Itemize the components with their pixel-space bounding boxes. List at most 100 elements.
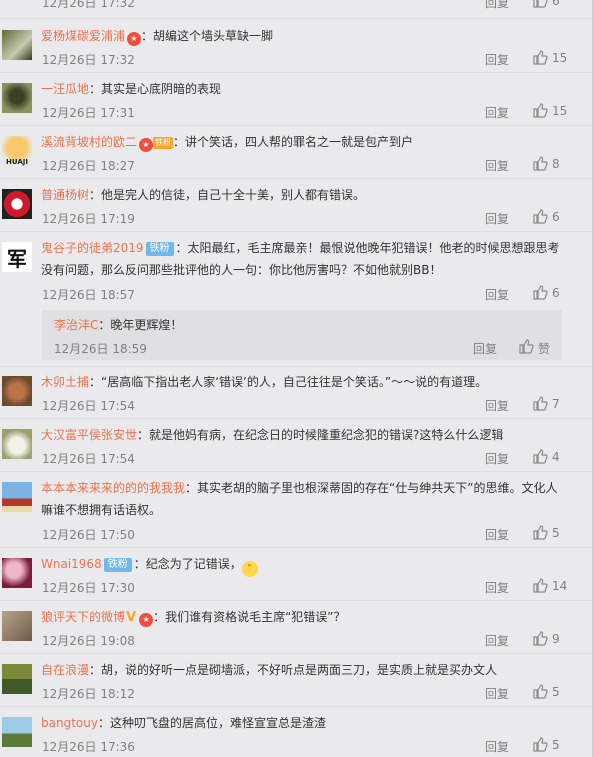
sweat-smile-emoji-icon: ᵔ (241, 561, 258, 577)
like-thumb-icon[interactable] (532, 155, 548, 171)
sub-reply-time: 12月26日 18:59 (54, 342, 147, 356)
user-avatar[interactable] (2, 83, 32, 113)
username-link[interactable]: Wnai1968 (41, 557, 102, 571)
divider (0, 653, 592, 654)
like-thumb-icon[interactable] (532, 284, 548, 300)
reply-button[interactable]: 回复 (485, 157, 509, 174)
username-link[interactable]: 鬼谷子的徒弟2019 (41, 241, 144, 255)
comment-item: bangtouy：这种叨飞盘的居高位，难怪宣宣总是渣渣 12月26日 17:36… (0, 712, 592, 756)
reply-button[interactable]: 回复 (473, 340, 497, 357)
username-link[interactable]: 大汉富平侯张安世 (41, 428, 137, 442)
divider (0, 366, 592, 367)
verified-v-icon: V (126, 610, 137, 625)
like-thumb-icon[interactable] (532, 448, 548, 464)
reply-button[interactable]: 回复 (485, 579, 509, 596)
comment-text: ：太阳最红，毛主席最亲！最恨说他晚年犯错误！他老的时候思想跟思考 (175, 241, 560, 255)
reply-button[interactable]: 回复 (485, 738, 509, 755)
vip-icon: ★ (139, 138, 154, 152)
user-avatar[interactable]: HUAJI (2, 136, 32, 166)
like-count: 9 (552, 632, 560, 646)
like-thumb-icon[interactable] (532, 102, 548, 118)
username-link[interactable]: 狼评天下的微博 (41, 610, 125, 624)
comment-text-line: 嘛谁不想拥有话语权。 (41, 499, 580, 521)
praise-label[interactable]: 赞 (538, 340, 550, 357)
user-avatar[interactable] (2, 558, 32, 588)
like-thumb-icon[interactable] (532, 630, 548, 646)
like-thumb-icon[interactable] (532, 736, 548, 752)
comment-text: 没有问题，那么反问那些批评他的人一句：你比他厉害吗？不如他就别BB！ (41, 263, 442, 277)
avatar-label: HUAJI (6, 158, 28, 166)
comment-text: ：就是他妈有病，在纪念日的时候隆重纪念犯的错误?这特么什么逻辑 (137, 428, 504, 442)
like-thumb-icon[interactable] (532, 0, 548, 8)
like-count: 6 (552, 286, 560, 300)
user-avatar[interactable] (2, 429, 32, 459)
like-count: 5 (552, 738, 560, 752)
divider (0, 18, 592, 19)
user-avatar[interactable] (2, 376, 32, 406)
username-link[interactable]: 本本本来来来的的的我我我 (41, 481, 185, 495)
comment-time: 12月26日 18:27 (42, 159, 135, 173)
comment-item: 木卯土捕：“居高临下指出老人家‘错误’的人，自己往往是个笑话。”～～说的有道理。… (0, 371, 592, 415)
sub-reply-box: 李治沣C：晚年更辉煌！ 12月26日 18:59 回复 赞 (42, 310, 562, 360)
reply-button[interactable]: 回复 (485, 51, 509, 68)
reply-button[interactable]: 回复 (485, 210, 509, 227)
reply-button[interactable]: 回复 (485, 526, 509, 543)
username-link[interactable]: 溪流背坡村的欧二 (41, 135, 137, 149)
comment-time: 12月26日 18:12 (42, 687, 135, 701)
vip-icon: ★ (139, 613, 154, 627)
comment-item: 一汪瓜地：其实是心底阴暗的表现 12月26日 17:31 回复 15 (0, 78, 592, 122)
like-count: 6 (552, 0, 560, 8)
username-link[interactable]: bangtouy (41, 716, 98, 730)
reply-button[interactable]: 回复 (485, 104, 509, 121)
username-link[interactable]: 木卯土捕 (41, 375, 89, 389)
user-avatar[interactable] (2, 482, 32, 512)
comment-time: 12月26日 17:50 (42, 528, 135, 542)
like-count: 6 (552, 210, 560, 224)
comment-text-line: 普通杨树：他是完人的信徒，自己十全十美，别人都有错误。 (41, 184, 580, 206)
divider (0, 72, 592, 73)
like-count: 8 (552, 157, 560, 171)
reply-button[interactable]: 回复 (485, 632, 509, 649)
like-thumb-icon[interactable] (532, 577, 548, 593)
username-link[interactable]: 普通杨树 (41, 188, 89, 202)
reply-button[interactable]: 回复 (485, 0, 509, 11)
vip-icon: ★ (127, 32, 142, 46)
like-thumb-icon[interactable] (532, 49, 548, 65)
comment-text-line: 一汪瓜地：其实是心底阴暗的表现 (41, 78, 580, 100)
user-avatar[interactable] (2, 611, 32, 641)
divider (0, 418, 592, 419)
user-avatar[interactable] (2, 717, 32, 747)
username-link[interactable]: 爱杨煤碳爱浦浦 (41, 29, 125, 43)
reply-button[interactable]: 回复 (485, 397, 509, 414)
like-thumb-icon[interactable] (532, 395, 548, 411)
like-count: 7 (552, 397, 560, 411)
comment-text: ：胡编这个墙头草缺一脚 (141, 29, 274, 43)
like-thumb-icon[interactable] (532, 683, 548, 699)
comment-time: 12月26日 17:32 (42, 0, 135, 10)
comment-time: 12月26日 18:57 (42, 288, 135, 302)
comment-text-line: 本本本来来来的的的我我我：其实老胡的脑子里也根深蒂固的存在“仕与绅共天下”的思维… (41, 477, 580, 499)
username-link[interactable]: 李治沣C (54, 318, 98, 332)
like-thumb-icon[interactable] (518, 338, 534, 354)
comment-item: 本本本来来来的的的我我我：其实老胡的脑子里也根深蒂固的存在“仕与绅共天下”的思维… (0, 477, 592, 543)
user-avatar[interactable] (2, 189, 32, 219)
reply-button[interactable]: 回复 (485, 685, 509, 702)
comment-text-line: bangtouy：这种叨飞盘的居高位，难怪宣宣总是渣渣 (41, 712, 580, 734)
user-avatar[interactable]: 军 (2, 242, 32, 272)
comment-item: 普通杨树：他是完人的信徒，自己十全十美，别人都有错误。 12月26日 17:19… (0, 184, 592, 228)
divider (0, 125, 592, 126)
comment-item: 大汉富平侯张安世：就是他妈有病，在纪念日的时候隆重纪念犯的错误?这特么什么逻辑 … (0, 424, 592, 468)
like-thumb-icon[interactable] (532, 208, 548, 224)
username-link[interactable]: 一汪瓜地 (41, 82, 89, 96)
username-link[interactable]: 自在浪漫 (41, 663, 89, 677)
user-avatar[interactable] (2, 664, 32, 694)
reply-button[interactable]: 回复 (485, 450, 509, 467)
reply-button[interactable]: 回复 (485, 286, 509, 303)
like-count: 4 (552, 450, 560, 464)
user-avatar[interactable] (2, 30, 32, 60)
comment-item: 自在浪漫：胡，说的好听一点是砌墙派，不好听点是两面三刀，是实质上就是买办文人 1… (0, 659, 592, 703)
sub-reply-text-line: 李治沣C：晚年更辉煌！ (54, 315, 182, 335)
divider (0, 600, 592, 601)
like-thumb-icon[interactable] (532, 524, 548, 540)
fan-badge: 铁粉 (103, 558, 132, 572)
